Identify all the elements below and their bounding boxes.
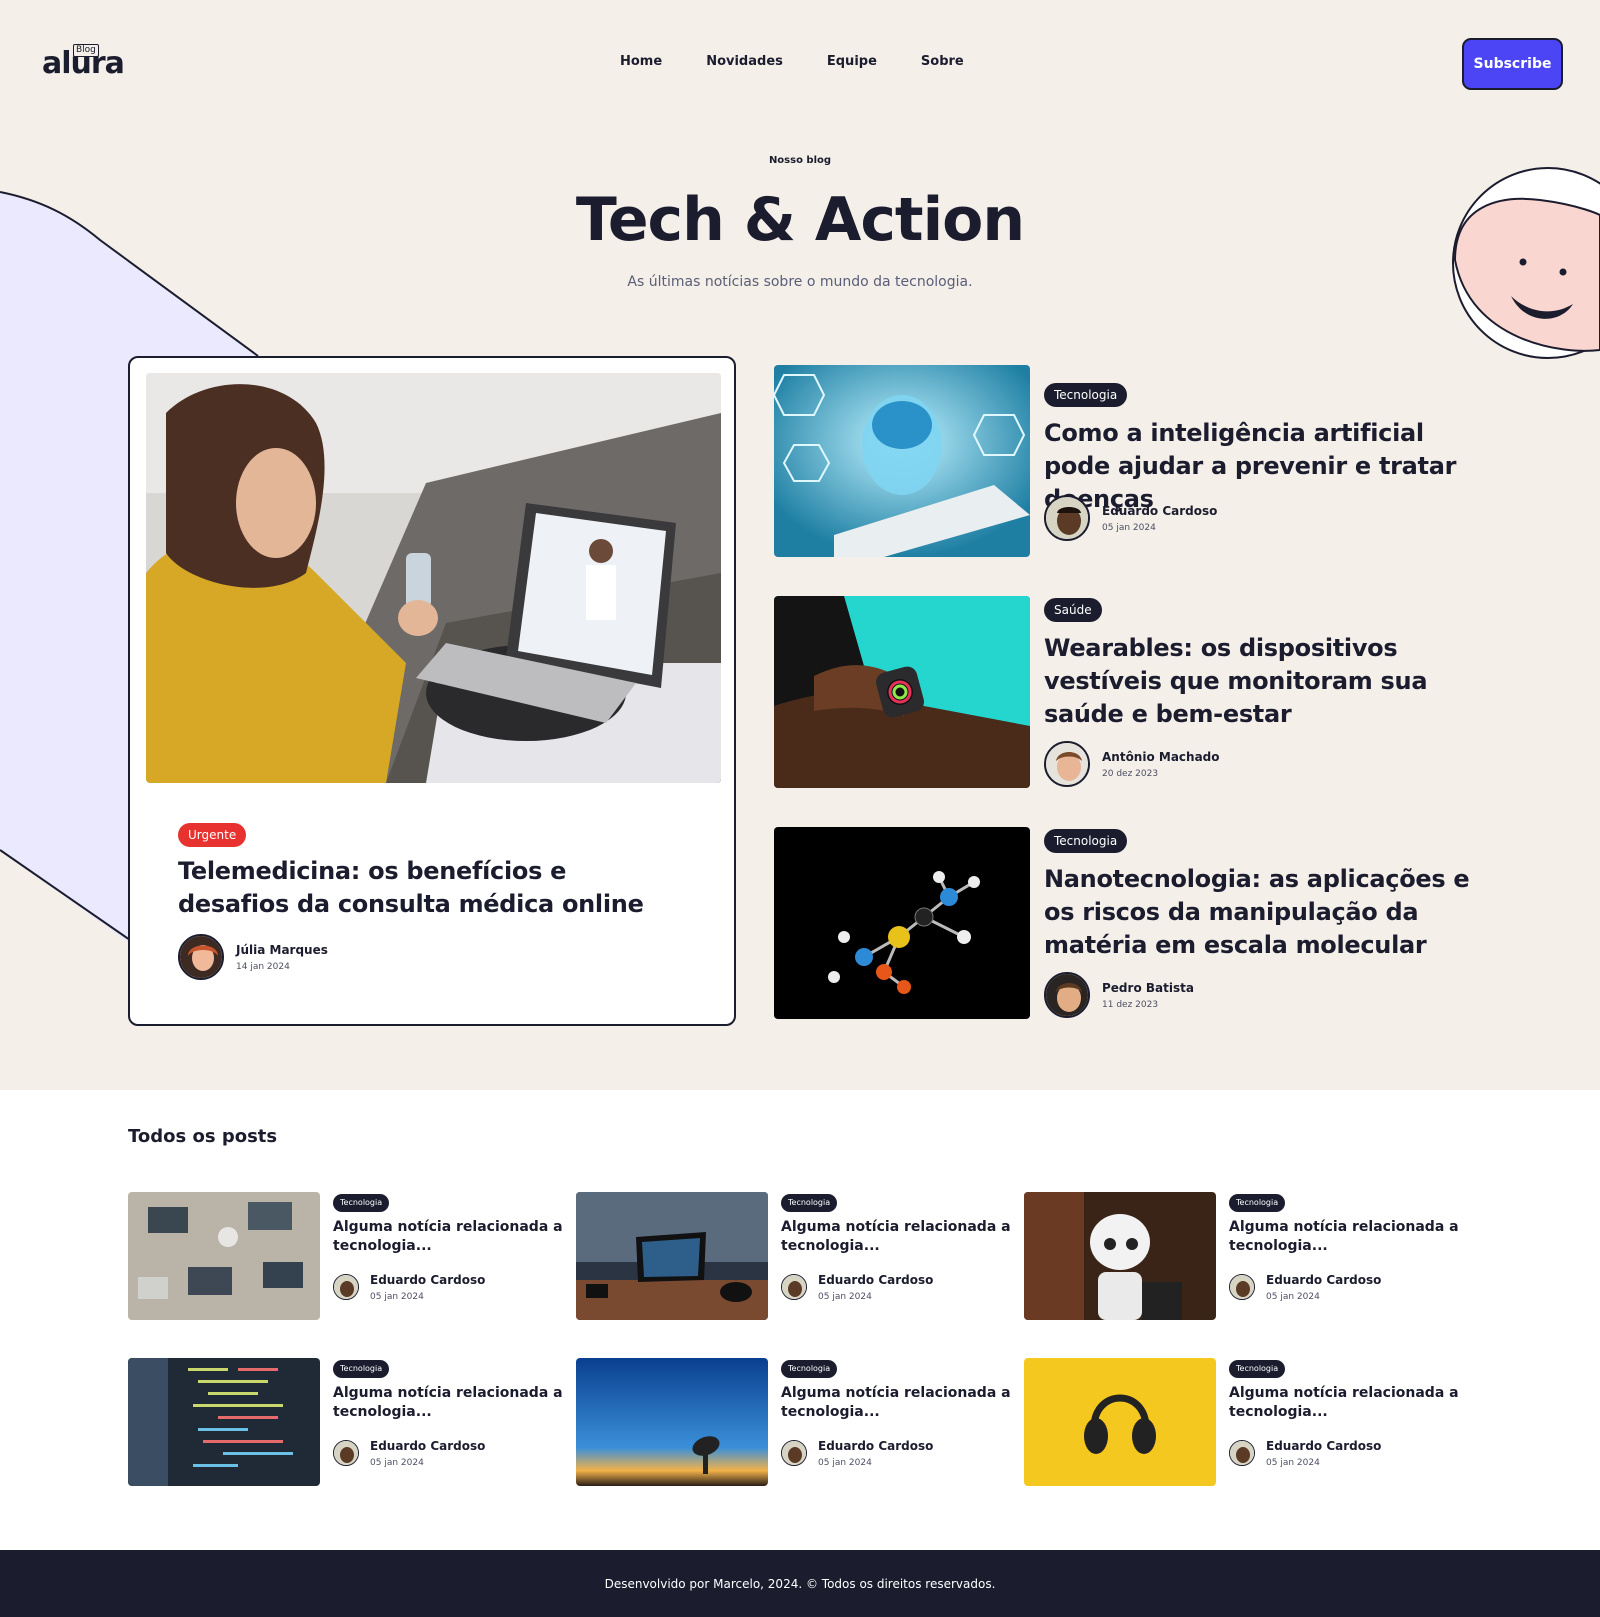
post-card[interactable]: Tecnologia Alguma notícia relacionada a … [128, 1358, 568, 1486]
post-author: Pedro Batista 11 dez 2023 [1044, 972, 1194, 1018]
avatar [781, 1440, 807, 1466]
post-category-badge[interactable]: Tecnologia [1229, 1194, 1286, 1212]
post-title[interactable]: Alguma notícia relacionada a tecnologia.… [1229, 1384, 1459, 1422]
post-date: 14 jan 2024 [236, 962, 290, 972]
nav-sobre-link[interactable]: Sobre [921, 54, 964, 69]
author-name[interactable]: Eduardo Cardoso [370, 1272, 485, 1288]
author-name[interactable]: Pedro Batista [1102, 980, 1194, 996]
post-card[interactable]: Tecnologia Alguma notícia relacionada a … [1024, 1192, 1464, 1320]
post-author: Eduardo Cardoso 05 jan 2024 [781, 1272, 933, 1302]
side-post-card[interactable]: Tecnologia Nanotecnologia: as aplicações… [774, 827, 1474, 1021]
main-navigation: Home Novidades Equipe Sobre [620, 54, 964, 69]
decor-line-bottom [0, 849, 131, 941]
post-title[interactable]: Wearables: os dispositivos vestíveis que… [1044, 632, 1474, 731]
post-image [774, 827, 1030, 1019]
post-category-badge[interactable]: Saúde [1044, 598, 1102, 622]
logo-blog-tag: Blog [73, 44, 99, 57]
author-name[interactable]: Júlia Marques [236, 942, 328, 958]
post-image [774, 596, 1030, 788]
post-date: 05 jan 2024 [1266, 1458, 1320, 1468]
post-category-badge[interactable]: Tecnologia [1229, 1360, 1286, 1378]
post-author: Eduardo Cardoso 05 jan 2024 [333, 1438, 485, 1468]
post-category-badge[interactable]: Tecnologia [333, 1194, 390, 1212]
avatar [178, 934, 224, 980]
nav-home-link[interactable]: Home [620, 54, 662, 69]
post-date: 05 jan 2024 [370, 1292, 424, 1302]
post-title[interactable]: Nanotecnologia: as aplicações e os risco… [1044, 863, 1474, 962]
post-title[interactable]: Alguma notícia relacionada a tecnologia.… [781, 1384, 1011, 1422]
author-name[interactable]: Eduardo Cardoso [1102, 503, 1217, 519]
post-author: Eduardo Cardoso 05 jan 2024 [333, 1272, 485, 1302]
author-name[interactable]: Eduardo Cardoso [1266, 1438, 1381, 1454]
post-author: Eduardo Cardoso 05 jan 2024 [1229, 1272, 1381, 1302]
featured-post-card[interactable]: Urgente Telemedicina: os benefícios e de… [128, 356, 736, 1026]
side-post-card[interactable]: Tecnologia Como a inteligência artificia… [774, 365, 1474, 559]
post-card[interactable]: Tecnologia Alguma notícia relacionada a … [576, 1192, 1016, 1320]
post-image [128, 1192, 320, 1320]
post-date: 05 jan 2024 [370, 1458, 424, 1468]
featured-author: Júlia Marques 14 jan 2024 [178, 934, 328, 980]
post-date: 11 dez 2023 [1102, 1000, 1159, 1010]
post-image [1024, 1192, 1216, 1320]
post-title[interactable]: Alguma notícia relacionada a tecnologia.… [1229, 1218, 1459, 1256]
alura-blog-logo[interactable]: alura Blog [42, 44, 125, 80]
post-title[interactable]: Alguma notícia relacionada a tecnologia.… [333, 1384, 563, 1422]
avatar [1229, 1440, 1255, 1466]
avatar [333, 1440, 359, 1466]
featured-post-image [146, 373, 721, 783]
post-card[interactable]: Tecnologia Alguma notícia relacionada a … [1024, 1358, 1464, 1486]
nav-novidades-link[interactable]: Novidades [706, 54, 783, 69]
hero-subtitle: As últimas notícias sobre o mundo da tec… [627, 274, 973, 290]
post-image [576, 1358, 768, 1486]
featured-badge[interactable]: Urgente [178, 823, 247, 847]
post-category-badge[interactable]: Tecnologia [333, 1360, 390, 1378]
author-name[interactable]: Eduardo Cardoso [818, 1438, 933, 1454]
featured-post-title[interactable]: Telemedicina: os benefícios e desafios d… [178, 855, 678, 921]
post-author: Eduardo Cardoso 05 jan 2024 [1044, 495, 1217, 541]
side-post-card[interactable]: Saúde Wearables: os dispositivos vestíve… [774, 596, 1474, 790]
post-category-badge[interactable]: Tecnologia [781, 1194, 838, 1212]
hero-eyebrow: Nosso blog [768, 155, 832, 166]
post-image [128, 1358, 320, 1486]
post-category-badge[interactable]: Tecnologia [781, 1360, 838, 1378]
hero-title: Tech & Action [575, 185, 1025, 255]
post-author: Eduardo Cardoso 05 jan 2024 [781, 1438, 933, 1468]
avatar [333, 1274, 359, 1300]
post-category-badge[interactable]: Tecnologia [1044, 829, 1128, 853]
author-name[interactable]: Eduardo Cardoso [1266, 1272, 1381, 1288]
post-date: 05 jan 2024 [1266, 1292, 1320, 1302]
subscribe-button[interactable]: Subscribe [1462, 38, 1563, 90]
author-name[interactable]: Eduardo Cardoso [370, 1438, 485, 1454]
post-card[interactable]: Tecnologia Alguma notícia relacionada a … [576, 1358, 1016, 1486]
post-title[interactable]: Alguma notícia relacionada a tecnologia.… [333, 1218, 563, 1256]
avatar [1044, 972, 1090, 1018]
avatar [1229, 1274, 1255, 1300]
author-name[interactable]: Antônio Machado [1102, 749, 1220, 765]
post-card[interactable]: Tecnologia Alguma notícia relacionada a … [128, 1192, 568, 1320]
footer-copyright: Desenvolvido por Marcelo, 2024. © Todos … [604, 1576, 996, 1591]
post-author: Antônio Machado 20 dez 2023 [1044, 741, 1220, 787]
avatar [1044, 741, 1090, 787]
post-author: Eduardo Cardoso 05 jan 2024 [1229, 1438, 1381, 1468]
site-header: alura Blog Home Novidades Equipe Sobre S… [0, 0, 1600, 130]
nav-equipe-link[interactable]: Equipe [827, 54, 877, 69]
all-posts-heading: Todos os posts [128, 1126, 278, 1147]
post-date: 05 jan 2024 [818, 1292, 872, 1302]
avatar [1044, 495, 1090, 541]
post-image [576, 1192, 768, 1320]
post-title[interactable]: Alguma notícia relacionada a tecnologia.… [781, 1218, 1011, 1256]
post-image [774, 365, 1030, 557]
all-posts-section: Todos os posts Tecnologia Alguma notícia… [0, 1090, 1600, 1550]
post-date: 05 jan 2024 [1102, 523, 1156, 533]
site-footer: Desenvolvido por Marcelo, 2024. © Todos … [0, 1550, 1600, 1617]
post-category-badge[interactable]: Tecnologia [1044, 383, 1128, 407]
post-date: 20 dez 2023 [1102, 769, 1159, 779]
post-image [1024, 1358, 1216, 1486]
author-name[interactable]: Eduardo Cardoso [818, 1272, 933, 1288]
avatar [781, 1274, 807, 1300]
post-date: 05 jan 2024 [818, 1458, 872, 1468]
